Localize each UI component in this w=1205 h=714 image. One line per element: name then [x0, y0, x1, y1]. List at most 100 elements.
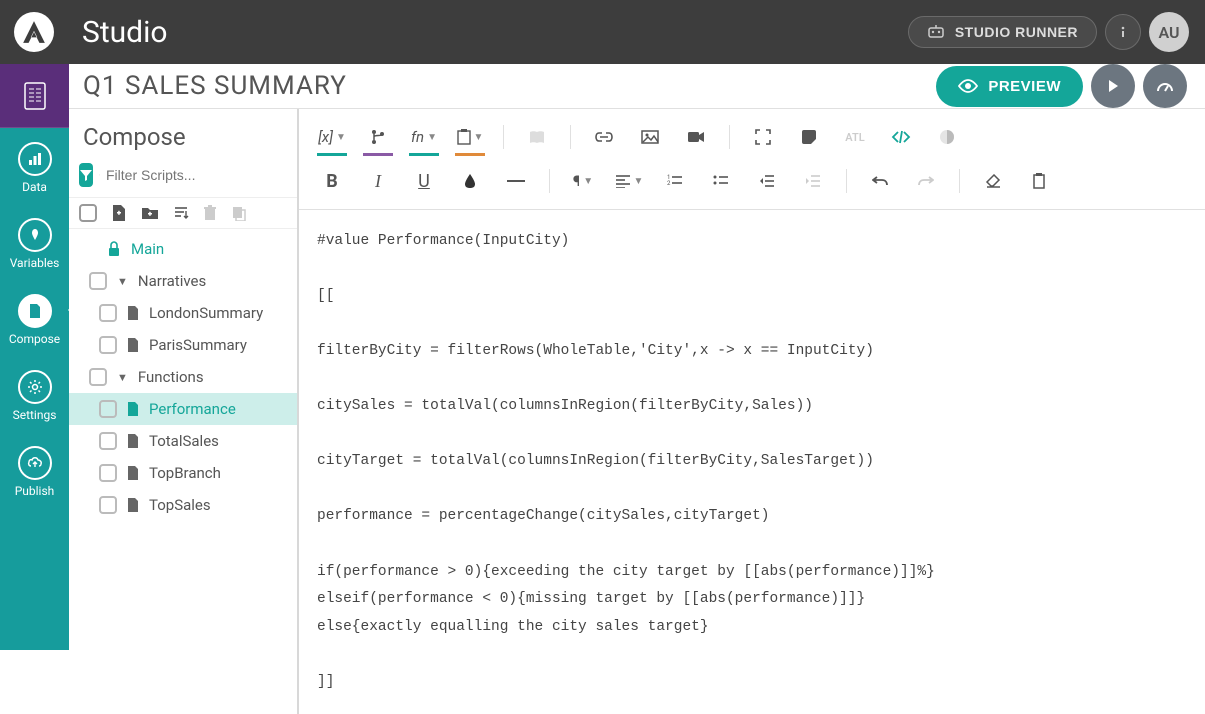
tree-item-label: ParisSummary [149, 336, 247, 354]
checkbox[interactable] [99, 336, 117, 354]
chevron-down-icon: ▼ [117, 371, 128, 384]
tree-group-functions[interactable]: ▼ Functions [69, 361, 297, 393]
studio-runner-label: STUDIO RUNNER [955, 24, 1078, 40]
filter-scripts-input[interactable] [106, 167, 287, 183]
chart-icon [27, 151, 43, 167]
paste-data-button[interactable]: ▼ [451, 121, 489, 153]
book-button[interactable] [518, 121, 556, 153]
studio-runner-button[interactable]: STUDIO RUNNER [908, 16, 1097, 48]
tree-item-topbranch[interactable]: TopBranch [69, 457, 297, 489]
gear-icon [27, 379, 43, 395]
rail-item-publish[interactable]: Publish [0, 432, 69, 508]
app-logo [14, 12, 54, 52]
title-bar: Q1 SALES SUMMARY PREVIEW [69, 64, 1205, 109]
pin-icon [28, 228, 42, 242]
align-button[interactable]: ▼ [610, 165, 648, 197]
checkbox[interactable] [89, 368, 107, 386]
video-button[interactable] [677, 121, 715, 153]
tree-main-label: Main [131, 240, 164, 258]
tree-group-narratives[interactable]: ▼ Narratives [69, 265, 297, 297]
color-button[interactable] [451, 165, 489, 197]
rail-item-settings[interactable]: Settings [0, 356, 69, 432]
indent-button[interactable] [794, 165, 832, 197]
branch-button[interactable] [359, 121, 397, 153]
checkbox[interactable] [99, 464, 117, 482]
tree-item-topsales[interactable]: TopSales [69, 489, 297, 521]
hr-button[interactable] [497, 165, 535, 197]
preview-button[interactable]: PREVIEW [936, 66, 1083, 107]
filter-toggle[interactable] [79, 163, 93, 187]
italic-button[interactable]: I [359, 165, 397, 197]
image-button[interactable] [631, 121, 669, 153]
paragraph-button[interactable]: ¶▼ [564, 165, 602, 197]
rail-label: Publish [15, 484, 55, 498]
code-button[interactable] [882, 121, 920, 153]
play-button[interactable] [1091, 64, 1135, 108]
rail-label: Settings [13, 408, 57, 422]
sort-button[interactable] [173, 205, 189, 221]
checkbox[interactable] [99, 496, 117, 514]
select-all-checkbox[interactable] [79, 204, 97, 222]
ordered-list-button[interactable]: 12 [656, 165, 694, 197]
logo-a-icon [21, 19, 47, 45]
redo-button[interactable] [907, 165, 945, 197]
new-folder-button[interactable] [141, 205, 159, 221]
file-icon [127, 402, 139, 416]
new-file-button[interactable] [111, 204, 127, 222]
tree-item-label: Performance [149, 400, 236, 418]
info-icon [1115, 24, 1131, 40]
top-bar: Studio STUDIO RUNNER AU [0, 0, 1205, 64]
file-icon [127, 338, 139, 352]
script-tree: Main ▼ Narratives LondonSummary [69, 229, 297, 714]
tree-item-label: TotalSales [149, 432, 219, 450]
editor-pane: [x]▼ fn▼ ▼ ATL [299, 109, 1205, 714]
code-editor[interactable]: #value Performance(InputCity) [[ filterB… [299, 210, 1205, 714]
tree-item-totalsales[interactable]: TotalSales [69, 425, 297, 457]
sidebar-toolbar [69, 197, 297, 229]
bold-button[interactable]: B [313, 165, 351, 197]
rail-item-variables[interactable]: Variables [0, 204, 69, 280]
search-icon [99, 167, 100, 183]
tree-item-parissummary[interactable]: ParisSummary [69, 329, 297, 361]
checkbox[interactable] [99, 400, 117, 418]
checkbox[interactable] [89, 272, 107, 290]
tree-item-performance[interactable]: Performance [69, 393, 297, 425]
clipboard-button[interactable] [1020, 165, 1058, 197]
funnel-icon [79, 168, 93, 182]
contrast-button[interactable] [928, 121, 966, 153]
atl-button[interactable]: ATL [836, 121, 874, 153]
drop-icon [463, 173, 477, 189]
insert-variable-button[interactable]: [x]▼ [313, 121, 351, 153]
undo-button[interactable] [861, 165, 899, 197]
checkbox[interactable] [99, 304, 117, 322]
robot-icon [927, 25, 945, 39]
editor-toolbar: [x]▼ fn▼ ▼ ATL [299, 109, 1205, 210]
tree-item-label: TopBranch [149, 464, 221, 482]
outdent-button[interactable] [748, 165, 786, 197]
eraser-button[interactable] [974, 165, 1012, 197]
checkbox[interactable] [99, 432, 117, 450]
dashboard-button[interactable] [1143, 64, 1187, 108]
unordered-list-button[interactable] [702, 165, 740, 197]
fullscreen-button[interactable] [744, 121, 782, 153]
tree-item-londonsummary[interactable]: LondonSummary [69, 297, 297, 329]
cloud-upload-icon [27, 456, 43, 470]
info-button[interactable] [1105, 14, 1141, 50]
eye-icon [958, 79, 978, 93]
tree-main[interactable]: Main [69, 233, 297, 265]
function-button[interactable]: fn▼ [405, 121, 443, 153]
rail-document-button[interactable] [0, 64, 69, 128]
lock-icon [107, 241, 121, 257]
tree-group-label: Narratives [138, 272, 206, 290]
file-icon [127, 466, 139, 480]
gauge-icon [1156, 79, 1174, 93]
scripts-sidebar: Compose [69, 109, 299, 714]
avatar[interactable]: AU [1149, 12, 1189, 52]
rail-item-data[interactable]: Data [0, 128, 69, 204]
link-button[interactable] [585, 121, 623, 153]
underline-button[interactable]: U [405, 165, 443, 197]
copy-button[interactable] [231, 205, 247, 221]
rail-item-compose[interactable]: Compose [0, 280, 69, 356]
delete-button[interactable] [203, 205, 217, 221]
note-button[interactable] [790, 121, 828, 153]
